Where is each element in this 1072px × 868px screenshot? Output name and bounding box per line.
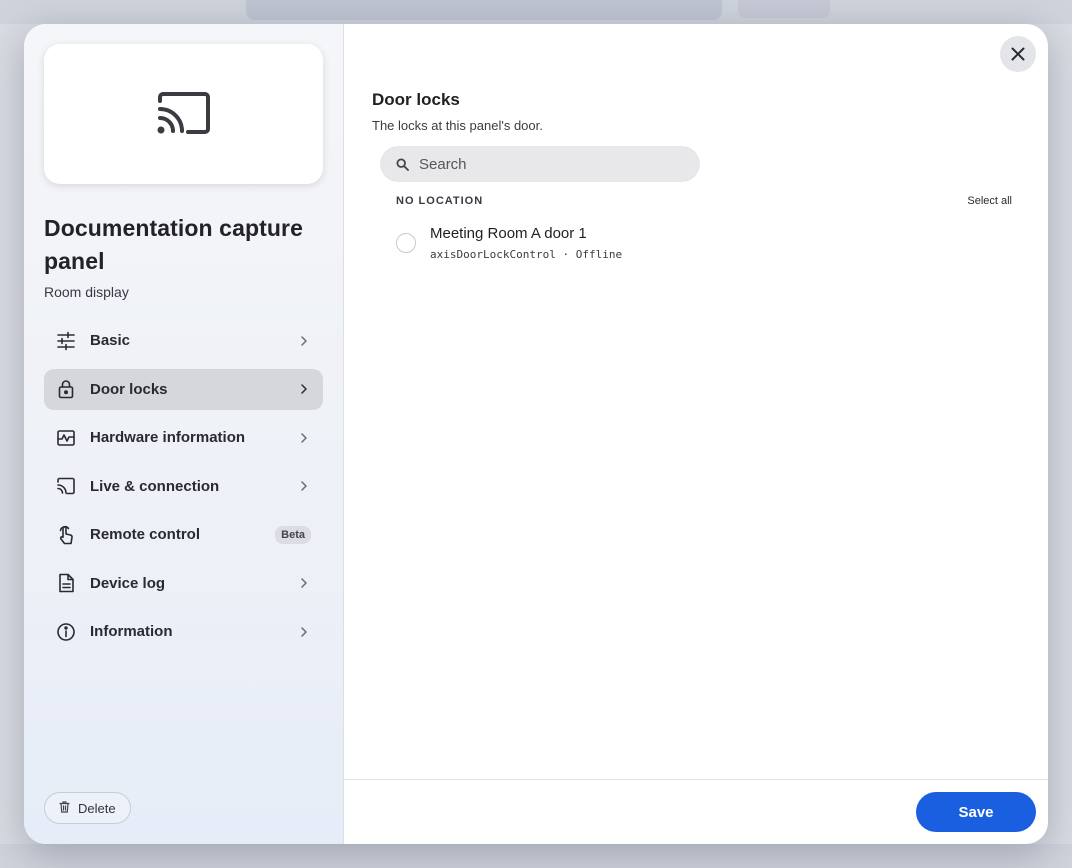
lock-status: Offline — [575, 248, 623, 261]
device-subtitle: Room display — [44, 284, 129, 300]
beta-badge: Beta — [275, 525, 311, 544]
nav-item-live-connection[interactable]: Live & connection — [44, 466, 323, 507]
search-icon — [396, 157, 409, 171]
monitor-chart-icon — [56, 428, 76, 448]
device-preview — [44, 44, 323, 184]
nav-label: Live & connection — [90, 477, 220, 495]
lock-meta: axisDoorLockControl · Offline — [430, 248, 623, 261]
modal-footer: Save — [344, 779, 1048, 844]
touch-icon — [56, 525, 76, 545]
nav-item-remote-control[interactable]: Remote control Beta — [44, 514, 323, 555]
chevron-right-icon — [297, 626, 311, 638]
sidebar: Documentation capture panel Room display… — [24, 24, 344, 844]
nav-item-basic[interactable]: Basic — [44, 320, 323, 361]
main-panel: Door locks The locks at this panel's doo… — [344, 24, 1048, 844]
section-title: Door locks — [372, 90, 460, 109]
chevron-right-icon — [297, 432, 311, 444]
door-locks-content: Door locks The locks at this panel's doo… — [372, 90, 1012, 261]
lock-name: Meeting Room A door 1 — [430, 225, 587, 242]
search-input[interactable] — [419, 155, 679, 173]
nav-label: Door locks — [90, 380, 168, 398]
device-settings-modal: Documentation capture panel Room display… — [24, 24, 1048, 844]
background-pill — [738, 0, 830, 18]
background-bottombar — [0, 844, 1072, 868]
trash-icon — [59, 800, 70, 816]
device-title: Documentation capture panel — [44, 215, 303, 274]
close-icon — [1011, 47, 1025, 61]
sliders-icon — [56, 331, 76, 351]
chevron-right-icon — [297, 480, 311, 492]
chevron-right-icon — [297, 383, 311, 395]
close-button[interactable] — [1000, 36, 1036, 72]
document-icon — [56, 573, 76, 593]
nav-item-information[interactable]: Information — [44, 611, 323, 652]
cast-icon — [56, 476, 76, 496]
select-all-link[interactable]: Select all — [967, 195, 1012, 207]
info-icon — [56, 622, 76, 642]
section-description: The locks at this panel's door. — [372, 118, 543, 133]
delete-label: Delete — [78, 800, 116, 816]
chevron-right-icon — [297, 335, 311, 347]
search-box — [380, 146, 700, 182]
nav-item-device-log[interactable]: Device log — [44, 563, 323, 604]
nav-item-hardware-information[interactable]: Hardware information — [44, 417, 323, 458]
settings-nav: Basic Door locks Hardware information Li… — [44, 320, 323, 652]
group-label: NO LOCATION — [396, 195, 484, 207]
list-item[interactable]: Meeting Room A door 1 axisDoorLockContro… — [396, 225, 1012, 261]
nav-label: Information — [90, 623, 173, 640]
lock-info: Meeting Room A door 1 axisDoorLockContro… — [430, 225, 622, 261]
nav-label: Basic — [90, 332, 131, 349]
nav-label: Hardware information — [90, 429, 246, 446]
chevron-right-icon — [297, 577, 311, 589]
lock-icon — [56, 379, 76, 399]
nav-label: Device log — [90, 574, 166, 592]
delete-button[interactable]: Delete — [44, 792, 131, 824]
background-search — [246, 0, 722, 20]
lock-select-radio[interactable] — [396, 233, 416, 253]
location-group-header: NO LOCATION Select all — [396, 195, 1012, 207]
cast-icon — [157, 92, 210, 134]
nav-label: Remote control — [90, 526, 201, 543]
nav-item-door-locks[interactable]: Door locks — [44, 368, 323, 410]
lock-type: axisDoorLockControl — [430, 248, 556, 261]
save-button[interactable]: Save — [916, 792, 1036, 832]
